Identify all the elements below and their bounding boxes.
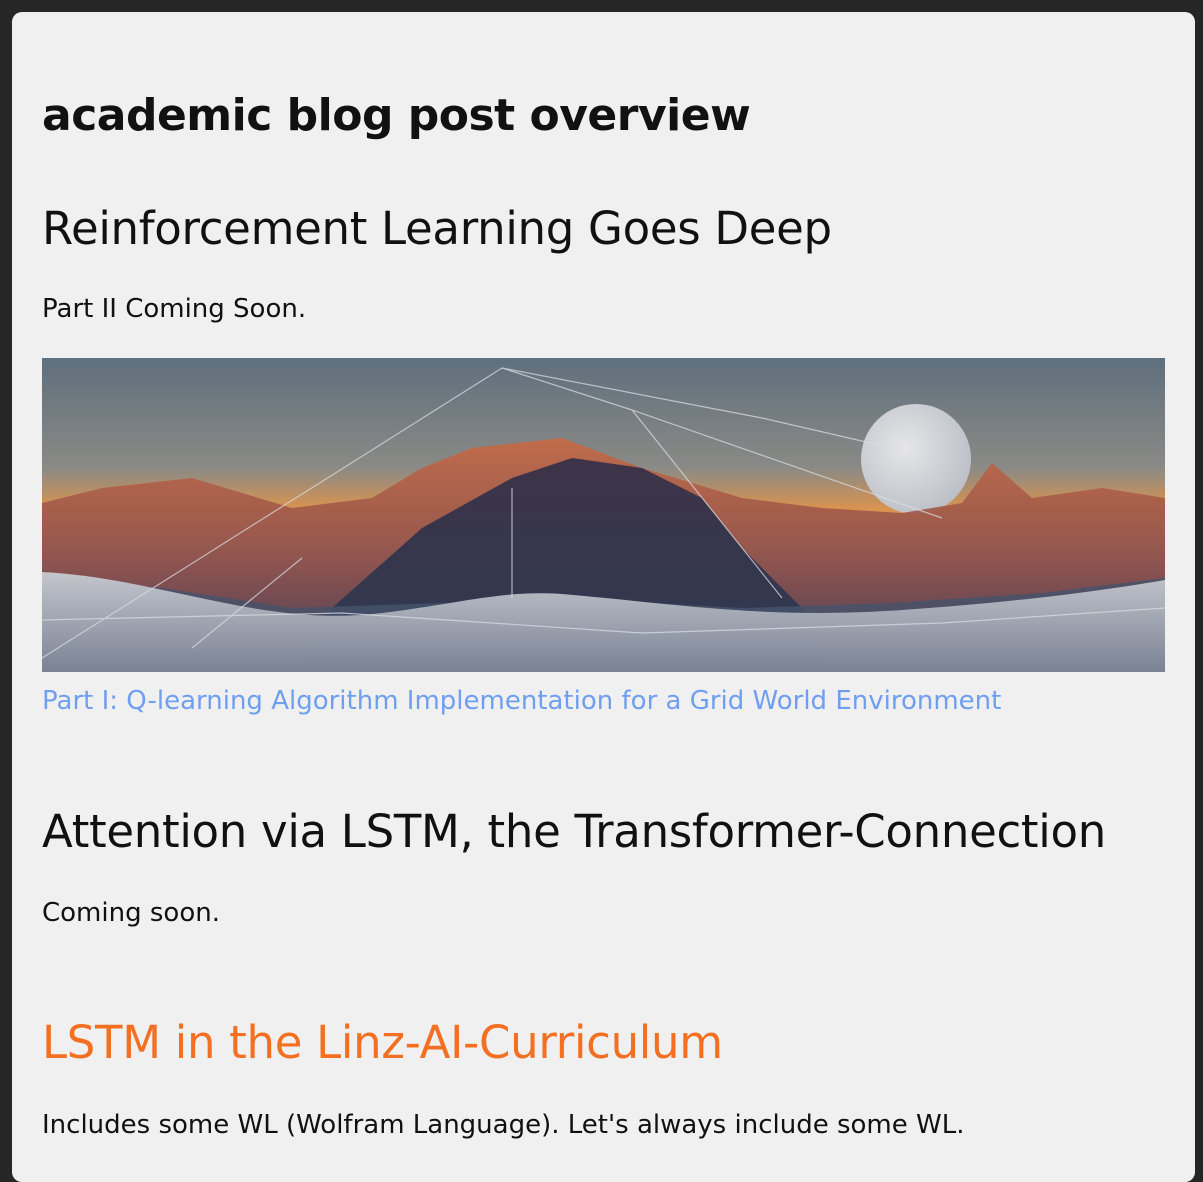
post-text-attention: Coming soon. [42, 898, 220, 928]
mountain-sunset-image [42, 358, 1165, 672]
post-text-lstm: Includes some WL (Wolfram Language). Let… [42, 1110, 965, 1140]
post-title-attention: Attention via LSTM, the Transformer-Conn… [42, 805, 1106, 858]
part-one-link[interactable]: Part I: Q-learning Algorithm Implementat… [42, 685, 1001, 717]
page-title: academic blog post overview [42, 90, 751, 141]
content-card: academic blog post overview Reinforcemen… [12, 12, 1195, 1182]
post-title-lstm-link[interactable]: LSTM in the Linz-AI-Curriculum [42, 1016, 723, 1070]
post-text-rl: Part II Coming Soon. [42, 294, 307, 324]
post-title-rl: Reinforcement Learning Goes Deep [42, 202, 832, 255]
